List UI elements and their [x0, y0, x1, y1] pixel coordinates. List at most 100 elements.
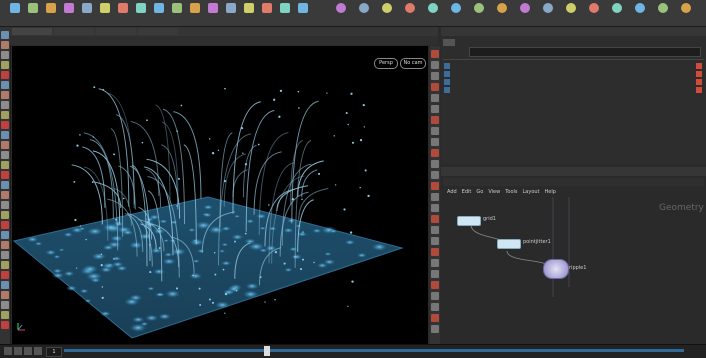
play-button[interactable]	[24, 347, 32, 355]
display-option-icon[interactable]	[431, 50, 439, 58]
tool-icon[interactable]	[1, 171, 9, 179]
tool-icon[interactable]	[1, 141, 9, 149]
shelf-tool-vr-camera[interactable]	[652, 3, 674, 23]
tool-icon[interactable]	[1, 131, 9, 139]
display-option-icon[interactable]	[431, 127, 439, 135]
display-option-icon[interactable]	[431, 248, 439, 256]
tool-icon[interactable]	[1, 41, 9, 49]
tool-icon[interactable]	[1, 301, 9, 309]
tool-icon[interactable]	[1, 261, 9, 269]
tool-icon[interactable]	[1, 281, 9, 289]
time-cursor[interactable]	[264, 346, 270, 356]
tool-icon[interactable]	[1, 251, 9, 259]
tool-icon[interactable]	[1, 201, 9, 209]
shelf-tool-camera[interactable]	[330, 3, 352, 23]
display-option-icon[interactable]	[431, 94, 439, 102]
display-option-icon[interactable]	[431, 259, 439, 267]
tool-icon[interactable]	[1, 181, 9, 189]
display-option-icon[interactable]	[431, 270, 439, 278]
shelf-tool-geometry-light[interactable]	[422, 3, 444, 23]
display-option-icon[interactable]	[431, 204, 439, 212]
tool-icon[interactable]	[1, 291, 9, 299]
display-option-icon[interactable]	[431, 325, 439, 333]
network-editor[interactable]: Add Edit Go View Tools Layout Help Geometry gr…	[441, 167, 706, 345]
display-option-icon[interactable]	[431, 292, 439, 300]
shelf-tool-area-light[interactable]	[399, 3, 421, 23]
tool-icon[interactable]	[1, 311, 9, 319]
shelf-tool-environment[interactable]	[491, 3, 513, 23]
display-option-icon[interactable]	[431, 303, 439, 311]
node-pointjitter1[interactable]	[497, 239, 521, 249]
display-option-icon[interactable]	[431, 171, 439, 179]
tool-icon[interactable]	[1, 271, 9, 279]
path-field[interactable]	[469, 47, 701, 57]
tool-icon[interactable]	[1, 81, 9, 89]
display-option-icon[interactable]	[431, 193, 439, 201]
node-ripple1[interactable]	[543, 259, 569, 279]
shelf-tool-switcher[interactable]	[675, 3, 697, 23]
shelf-tool-caustic[interactable]	[560, 3, 582, 23]
shelf-tool-portal[interactable]	[583, 3, 605, 23]
tool-icon[interactable]	[1, 191, 9, 199]
shelf-tool-spiral[interactable]	[292, 3, 314, 23]
shelf-tool-distant-light[interactable]	[468, 3, 490, 23]
display-option-icon[interactable]	[431, 138, 439, 146]
tool-icon[interactable]	[1, 121, 9, 129]
tool-icon[interactable]	[1, 241, 9, 249]
display-menu[interactable]: No cam	[400, 58, 426, 69]
play-back-button[interactable]	[4, 347, 12, 355]
tool-icon[interactable]	[1, 211, 9, 219]
flag-icon[interactable]	[696, 71, 702, 77]
tool-icon[interactable]	[1, 31, 9, 39]
tool-icon[interactable]	[1, 231, 9, 239]
tab-render-view[interactable]	[96, 28, 136, 35]
frame-field[interactable]: 1	[46, 347, 62, 357]
tree-icon-grid[interactable]	[444, 63, 450, 69]
tool-icon[interactable]	[1, 151, 9, 159]
shelf-tool-spot-light[interactable]	[376, 3, 398, 23]
display-option-icon[interactable]	[431, 72, 439, 80]
tool-icon[interactable]	[1, 221, 9, 229]
display-option-icon[interactable]	[431, 314, 439, 322]
tool-icon[interactable]	[1, 161, 9, 169]
tree-icon-scatter[interactable]	[444, 71, 450, 77]
step-forward-button[interactable]	[34, 347, 42, 355]
shelf-tool-sky-light[interactable]	[514, 3, 536, 23]
tab-composite-view[interactable]	[138, 28, 178, 35]
tool-icon[interactable]	[1, 61, 9, 69]
shelf-tool-gi-light[interactable]	[537, 3, 559, 23]
display-option-icon[interactable]	[431, 281, 439, 289]
node-grid1[interactable]	[457, 216, 481, 226]
back-button[interactable]	[443, 39, 455, 46]
tree-icon-output[interactable]	[444, 87, 450, 93]
shelf-tool-point-light[interactable]	[353, 3, 375, 23]
timeline-track[interactable]	[64, 349, 684, 352]
display-option-icon[interactable]	[431, 83, 439, 91]
flag-icon[interactable]	[696, 87, 702, 93]
shelf-tool-ambient[interactable]	[606, 3, 628, 23]
display-option-icon[interactable]	[431, 149, 439, 157]
tab-scene-view[interactable]	[12, 28, 52, 35]
tool-icon[interactable]	[1, 111, 9, 119]
display-option-icon[interactable]	[431, 160, 439, 168]
tool-icon[interactable]	[1, 101, 9, 109]
display-option-icon[interactable]	[431, 215, 439, 223]
tool-icon[interactable]	[1, 91, 9, 99]
3d-viewport[interactable]: Persp No cam	[12, 46, 428, 345]
tab-animation-editor[interactable]	[54, 28, 94, 35]
tree-icon-ripple[interactable]	[444, 79, 450, 85]
flag-icon[interactable]	[696, 79, 702, 85]
display-option-icon[interactable]	[431, 237, 439, 245]
display-option-icon[interactable]	[431, 226, 439, 234]
display-option-icon[interactable]	[431, 61, 439, 69]
tool-icon[interactable]	[1, 51, 9, 59]
display-option-icon[interactable]	[431, 182, 439, 190]
tool-icon[interactable]	[1, 321, 9, 329]
shelf-tool-stereo-cam[interactable]	[629, 3, 651, 23]
display-option-icon[interactable]	[431, 116, 439, 124]
tool-icon[interactable]	[1, 71, 9, 79]
step-back-button[interactable]	[14, 347, 22, 355]
camera-menu[interactable]: Persp	[374, 58, 398, 69]
display-option-icon[interactable]	[431, 105, 439, 113]
flag-icon[interactable]	[696, 63, 702, 69]
